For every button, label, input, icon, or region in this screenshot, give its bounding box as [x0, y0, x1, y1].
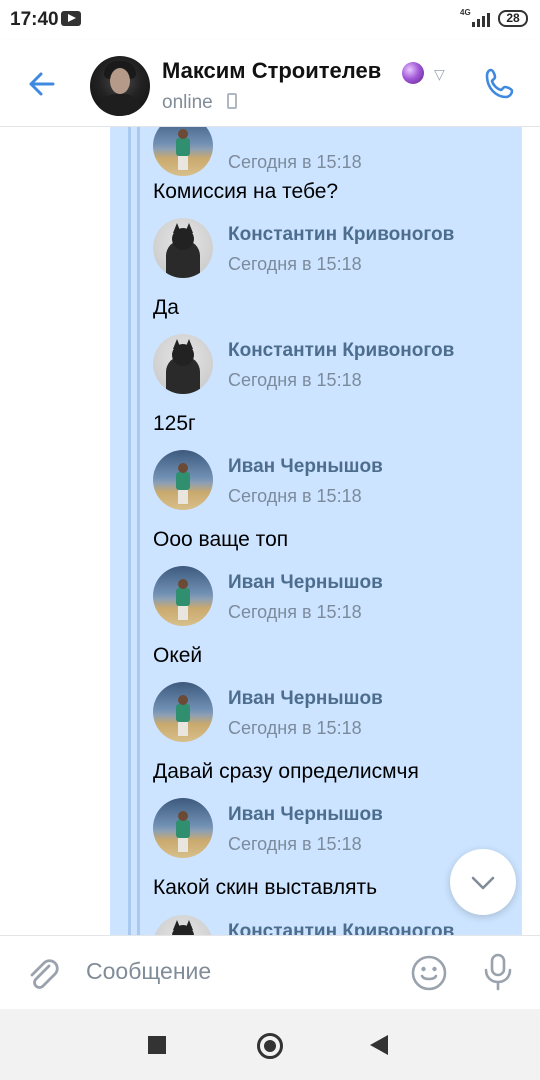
message-time: Сегодня в 15:18	[228, 718, 362, 738]
message-time: Сегодня в 15:18	[228, 834, 362, 854]
author-name: Константин Кривоногов	[228, 224, 455, 245]
status-time: 17:40	[10, 9, 59, 30]
author-avatar	[153, 334, 213, 394]
author-name: Иван Чернышов	[228, 688, 383, 709]
microphone-icon[interactable]	[480, 952, 516, 992]
author-name: Константин Кривоногов	[228, 921, 455, 935]
status-bar: 17:40 4G 28	[0, 0, 540, 40]
quote-line	[128, 127, 131, 935]
message-composer: Сообщение	[0, 935, 540, 1010]
network-type: 4G	[460, 8, 471, 17]
back-arrow-icon[interactable]	[22, 64, 62, 104]
message-time: Сегодня в 15:18	[228, 152, 362, 172]
author-name: Иван Чернышов	[228, 572, 383, 593]
contact-name[interactable]: Максим Строителев	[162, 58, 381, 84]
home-icon[interactable]	[257, 1033, 283, 1059]
author-name: Константин Кривоногов	[228, 340, 455, 361]
chevron-down-icon	[471, 876, 495, 890]
quote-line	[137, 127, 140, 935]
contact-status: online	[162, 92, 213, 113]
call-icon[interactable]	[480, 64, 520, 104]
contact-avatar[interactable]	[90, 56, 150, 116]
author-name: Иван Чернышов	[228, 804, 383, 825]
author-name: Иван Чернышов	[228, 456, 383, 477]
system-nav-bar	[0, 1009, 540, 1080]
message-time: Сегодня в 15:18	[228, 602, 362, 622]
scroll-down-button[interactable]	[450, 849, 516, 915]
media-play-icon	[61, 11, 81, 26]
message-text: Какой скин выставлять	[153, 876, 378, 899]
crystal-ball-emoji	[402, 62, 424, 84]
mobile-phone-icon	[227, 93, 237, 109]
author-avatar	[153, 566, 213, 626]
message-text: Окей	[153, 644, 203, 667]
author-avatar	[153, 682, 213, 742]
message-text: Да	[153, 296, 179, 319]
message-text: Давай сразу определисмчя	[153, 760, 419, 783]
message-time: Сегодня в 15:18	[228, 370, 362, 390]
chevron-down-icon[interactable]: ▽	[434, 66, 445, 83]
attach-icon[interactable]	[22, 954, 62, 994]
message-text: 125г	[153, 412, 196, 435]
author-avatar	[153, 798, 213, 858]
message-time: Сегодня в 15:18	[228, 254, 362, 274]
message-text: Комиссия на тебе?	[153, 180, 339, 203]
author-avatar	[153, 450, 213, 510]
message-time: Сегодня в 15:18	[228, 486, 362, 506]
chat-header: Максим Строителев ▽ online	[0, 40, 540, 127]
message-input[interactable]: Сообщение	[86, 958, 211, 985]
emoji-icon[interactable]	[410, 954, 448, 992]
back-icon[interactable]	[370, 1035, 388, 1055]
message-list[interactable]: Сегодня в 15:18 Комиссия на тебе? Конста…	[0, 127, 540, 935]
author-avatar	[153, 218, 213, 278]
message-text: Ооо ваще топ	[153, 528, 289, 551]
battery-indicator: 28	[498, 10, 528, 27]
recent-apps-icon[interactable]	[148, 1036, 166, 1054]
